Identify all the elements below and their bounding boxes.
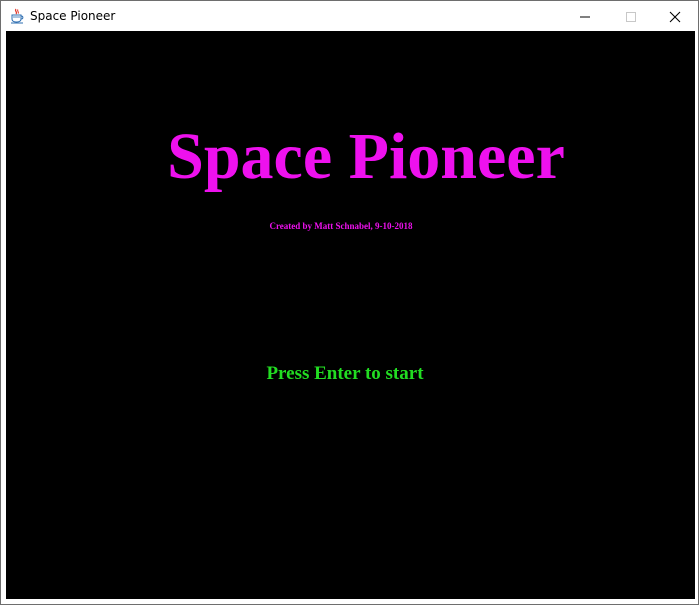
window-bottom-border [1, 599, 698, 604]
java-cup-icon[interactable] [9, 8, 25, 24]
close-button[interactable] [652, 1, 698, 31]
close-icon [669, 11, 681, 23]
maximize-icon [626, 12, 636, 22]
credit-text: Created by Matt Schnabel, 9-10-2018 [269, 221, 413, 231]
minimize-button[interactable] [562, 1, 608, 31]
game-title: Space Pioneer [167, 120, 565, 193]
window-title: Space Pioneer [30, 9, 116, 23]
title-bar[interactable]: Space Pioneer [1, 1, 698, 31]
game-canvas[interactable]: Space Pioneer Created by Matt Schnabel, … [6, 31, 695, 599]
app-window: Space Pioneer Space Pioneer Created by M… [0, 0, 699, 605]
start-prompt: Press Enter to start [266, 363, 424, 384]
minimize-icon [580, 16, 590, 18]
maximize-button[interactable] [608, 1, 654, 31]
